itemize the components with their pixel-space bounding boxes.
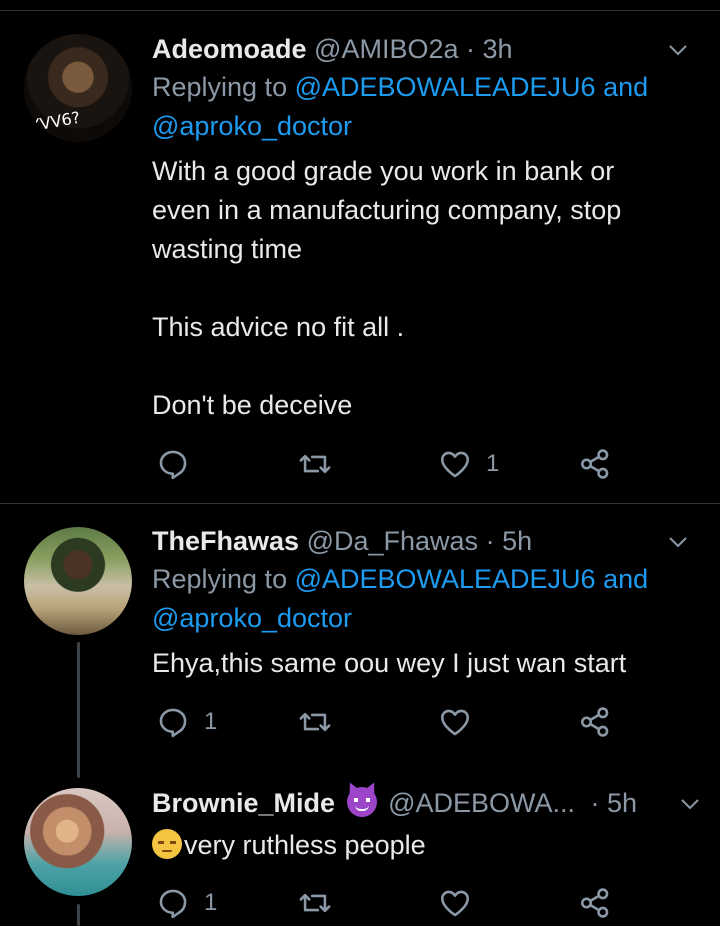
tweet-text: Ehya,this same oou wey I just wan start [152, 648, 627, 678]
author-handle[interactable]: @Da_Fhawas [307, 526, 478, 556]
mention-link[interactable]: @ADEBOWALEADEJU6 [295, 72, 596, 102]
timestamp[interactable]: 3h [483, 34, 513, 64]
pensive-emoji-icon [152, 829, 182, 859]
author-name[interactable]: Brownie_Mide [152, 788, 335, 818]
mention-link[interactable]: @aproko_doctor [152, 603, 352, 633]
separator-dot: · [590, 788, 600, 818]
like-button[interactable] [438, 700, 486, 744]
devil-emoji-icon [346, 787, 377, 817]
reply-count: 1 [204, 889, 218, 916]
chevron-down-icon[interactable] [668, 532, 688, 552]
replying-to: Replying to @ADEBOWALEADEJU6 and @aproko_… [152, 68, 700, 146]
reply-button[interactable]: 1 [156, 700, 217, 744]
reply-icon [159, 708, 187, 738]
share-button[interactable] [578, 700, 612, 744]
retweet-icon [299, 454, 331, 474]
tweet-divider [0, 503, 720, 504]
tweet-text: very ruthless people [152, 826, 700, 865]
share-button[interactable] [578, 881, 612, 925]
reply-button[interactable]: 1 [156, 881, 217, 925]
avatar[interactable] [24, 527, 132, 635]
tweet-actions: 1 [152, 881, 692, 925]
mention-link[interactable]: @ADEBOWALEADEJU6 [295, 564, 596, 594]
reply-icon [159, 889, 187, 919]
avatar[interactable]: YVV6? [24, 34, 132, 142]
retweet-button[interactable] [298, 700, 346, 744]
timestamp[interactable]: 5h [502, 526, 532, 556]
separator-dot: · [466, 34, 476, 64]
like-button[interactable] [438, 881, 486, 925]
reply-icon [159, 450, 187, 480]
mention-and: and [595, 564, 649, 594]
author-name[interactable]: TheFhawas [152, 526, 299, 556]
share-button[interactable] [578, 442, 612, 486]
replying-to: Replying to @ADEBOWALEADEJU6 and @aproko_… [152, 560, 700, 638]
avatar-text: YVV6? [28, 107, 82, 136]
tweet-text: With a good grade you work in bank or ev… [152, 156, 622, 420]
chevron-down-icon[interactable] [668, 40, 688, 60]
heart-icon [440, 451, 470, 478]
thread-line [77, 642, 80, 778]
author-handle[interactable]: @ADEBOWA... [388, 788, 575, 818]
tweet-header: TheFhawas @Da_Fhawas · 5h [152, 522, 700, 560]
heart-icon [440, 890, 470, 917]
tweet-header: Brownie_Mide @ADEBOWA... · 5h [152, 784, 700, 822]
replying-prefix: Replying to [152, 72, 295, 102]
retweet-button[interactable] [298, 442, 346, 486]
heart-icon [440, 709, 470, 736]
share-icon [580, 707, 609, 737]
reply-count: 1 [204, 708, 218, 735]
retweet-button[interactable] [298, 881, 346, 925]
share-icon [580, 449, 609, 479]
author-name[interactable]: Adeomoade [152, 34, 307, 64]
avatar[interactable] [24, 788, 132, 896]
like-count: 1 [486, 450, 500, 477]
replying-prefix: Replying to [152, 564, 295, 594]
reply-button[interactable] [156, 442, 204, 486]
author-handle[interactable]: @AMIBO2a [314, 34, 458, 64]
mention-and: and [595, 72, 649, 102]
top-divider [0, 10, 720, 11]
tweet-actions: 1 [152, 700, 692, 744]
like-button[interactable]: 1 [438, 442, 499, 486]
share-icon [580, 888, 609, 918]
mention-link[interactable]: @aproko_doctor [152, 111, 352, 141]
tweet-actions: 1 [152, 442, 692, 486]
chevron-down-icon[interactable] [680, 794, 700, 814]
tweet-header: Adeomoade @AMIBO2a · 3h [152, 30, 700, 68]
separator-dot: · [485, 526, 495, 556]
timestamp[interactable]: 5h [607, 788, 637, 818]
tweet-text-body: very ruthless people [184, 830, 426, 860]
retweet-icon [299, 712, 331, 732]
retweet-icon [299, 893, 331, 913]
thread-line [77, 904, 80, 926]
